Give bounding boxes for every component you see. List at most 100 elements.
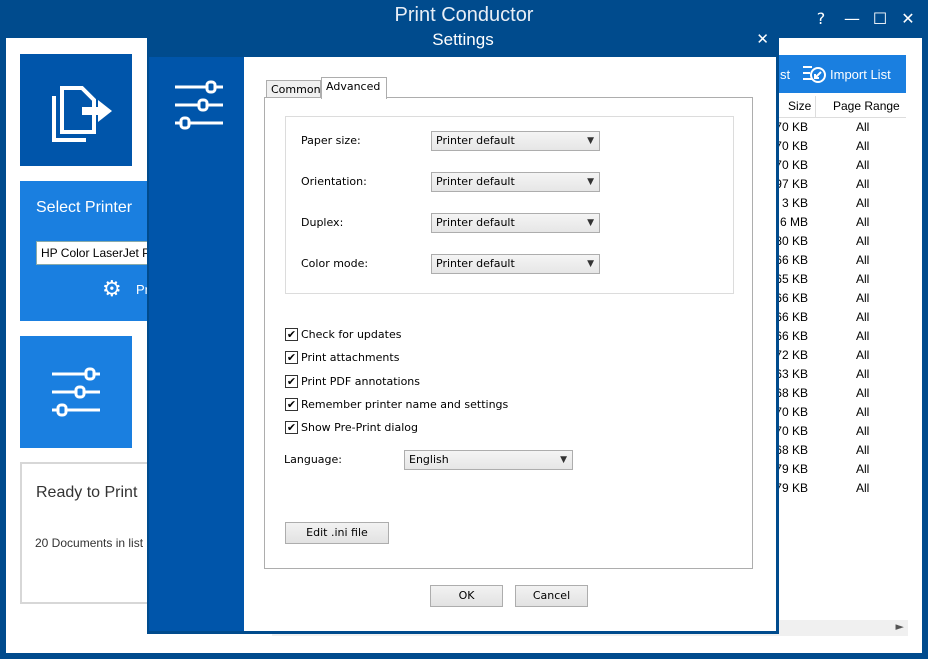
- language-select[interactable]: English ▼: [404, 450, 573, 470]
- chevron-down-icon: ▼: [587, 259, 594, 269]
- table-row[interactable]: 66 KB All: [770, 251, 906, 270]
- orientation-select[interactable]: Printer default ▼: [431, 172, 600, 192]
- table-row[interactable]: 65 KB All: [770, 270, 906, 289]
- add-documents-tile[interactable]: [20, 54, 132, 166]
- edit-ini-button[interactable]: Edit .ini file: [285, 522, 389, 544]
- sliders-icon: [52, 367, 100, 417]
- close-button[interactable]: ✕: [896, 8, 920, 30]
- checkbox-label: Show Pre-Print dialog: [301, 421, 418, 434]
- advanced-tab-panel: Paper size: Printer default ▼ Orientatio…: [264, 97, 753, 569]
- table-row[interactable]: 68 KB All: [770, 441, 906, 460]
- help-button[interactable]: ?: [809, 8, 833, 30]
- row-size: 97 KB: [775, 177, 808, 191]
- table-row[interactable]: 79 KB All: [770, 460, 906, 479]
- gear-icon[interactable]: ⚙: [102, 277, 122, 302]
- save-list-button[interactable]: st: [780, 67, 790, 82]
- print-options-group: Paper size: Printer default ▼ Orientatio…: [285, 116, 734, 294]
- row-page-range: All: [856, 348, 870, 362]
- checkbox-check-icon: ✔: [285, 375, 298, 388]
- table-row[interactable]: 66 KB All: [770, 289, 906, 308]
- duplex-value: Printer default: [436, 216, 515, 229]
- table-row[interactable]: 70 KB All: [770, 422, 906, 441]
- sliders-icon: [175, 80, 223, 130]
- ok-button[interactable]: OK: [430, 585, 503, 607]
- row-size: 79 KB: [775, 462, 808, 476]
- row-size: 66 KB: [775, 291, 808, 305]
- dialog-sidebar: [149, 57, 244, 631]
- table-row[interactable]: 70 KB All: [770, 156, 906, 175]
- table-row[interactable]: 6 MB All: [770, 213, 906, 232]
- row-page-range: All: [856, 405, 870, 419]
- dialog-close-icon[interactable]: ✕: [756, 30, 769, 48]
- language-value: English: [409, 453, 449, 466]
- checkbox-label: Remember printer name and settings: [301, 398, 509, 411]
- checkbox-label: Print PDF annotations: [301, 375, 420, 388]
- row-page-range: All: [856, 424, 870, 438]
- row-size: 66 KB: [775, 329, 808, 343]
- color-mode-label: Color mode:: [301, 257, 369, 270]
- row-size: 79 KB: [775, 481, 808, 495]
- row-page-range: All: [856, 291, 870, 305]
- row-size: 63 KB: [775, 367, 808, 381]
- maximize-button[interactable]: ☐: [868, 8, 892, 30]
- row-size: 70 KB: [775, 424, 808, 438]
- table-row[interactable]: 66 KB All: [770, 327, 906, 346]
- settings-tile[interactable]: [20, 336, 132, 448]
- checkbox-check-icon: ✔: [285, 328, 298, 341]
- chevron-down-icon: ▼: [587, 218, 594, 228]
- checkbox-label: Print attachments: [301, 351, 400, 364]
- row-size: 66 KB: [775, 253, 808, 267]
- cancel-button[interactable]: Cancel: [515, 585, 588, 607]
- row-page-range: All: [856, 272, 870, 286]
- minimize-button[interactable]: —: [840, 8, 864, 30]
- table-row[interactable]: 66 KB All: [770, 308, 906, 327]
- table-row[interactable]: 70 KB All: [770, 137, 906, 156]
- tab-common[interactable]: Common: [266, 80, 321, 98]
- row-size: 68 KB: [775, 443, 808, 457]
- row-page-range: All: [856, 481, 870, 495]
- add-documents-icon: [52, 86, 112, 142]
- checkbox-check-icon: ✔: [285, 351, 298, 364]
- table-row[interactable]: 72 KB All: [770, 346, 906, 365]
- row-page-range: All: [856, 234, 870, 248]
- table-row[interactable]: 63 KB All: [770, 365, 906, 384]
- table-row[interactable]: 68 KB All: [770, 384, 906, 403]
- row-page-range: All: [856, 196, 870, 210]
- row-size: 72 KB: [775, 348, 808, 362]
- row-size: 6 MB: [779, 215, 808, 229]
- duplex-label: Duplex:: [301, 216, 344, 229]
- row-size: 3 KB: [781, 196, 808, 210]
- color-mode-select[interactable]: Printer default ▼: [431, 254, 600, 274]
- row-page-range: All: [856, 139, 870, 153]
- import-list-button[interactable]: Import List: [830, 67, 891, 82]
- orientation-value: Printer default: [436, 175, 515, 188]
- table-row[interactable]: 70 KB All: [770, 118, 906, 137]
- table-row[interactable]: 79 KB All: [770, 479, 906, 498]
- row-page-range: All: [856, 386, 870, 400]
- dialog-content: Common Advanced Paper size: Printer defa…: [244, 57, 776, 631]
- row-page-range: All: [856, 120, 870, 134]
- table-row[interactable]: 97 KB All: [770, 175, 906, 194]
- column-page-range[interactable]: Page Range: [833, 99, 900, 113]
- table-row[interactable]: 3 KB All: [770, 194, 906, 213]
- row-page-range: All: [856, 310, 870, 324]
- column-size[interactable]: Size: [788, 99, 811, 113]
- list-toolbar: st Import List: [770, 55, 906, 93]
- table-row[interactable]: 70 KB All: [770, 403, 906, 422]
- scroll-right-icon[interactable]: ►: [896, 620, 904, 633]
- paper-size-value: Printer default: [436, 134, 515, 147]
- color-mode-value: Printer default: [436, 257, 515, 270]
- status-title: Ready to Print: [36, 484, 138, 501]
- paper-size-select[interactable]: Printer default ▼: [431, 131, 600, 151]
- row-size: 80 KB: [775, 234, 808, 248]
- row-page-range: All: [856, 367, 870, 381]
- table-row[interactable]: 80 KB All: [770, 232, 906, 251]
- row-page-range: All: [856, 253, 870, 267]
- orientation-label: Orientation:: [301, 175, 367, 188]
- duplex-select[interactable]: Printer default ▼: [431, 213, 600, 233]
- row-size: 66 KB: [775, 310, 808, 324]
- settings-dialog: Settings ✕ Common Advanced Paper size: P…: [147, 24, 779, 634]
- paper-size-label: Paper size:: [301, 134, 361, 147]
- tab-advanced[interactable]: Advanced: [321, 77, 387, 99]
- row-size: 65 KB: [775, 272, 808, 286]
